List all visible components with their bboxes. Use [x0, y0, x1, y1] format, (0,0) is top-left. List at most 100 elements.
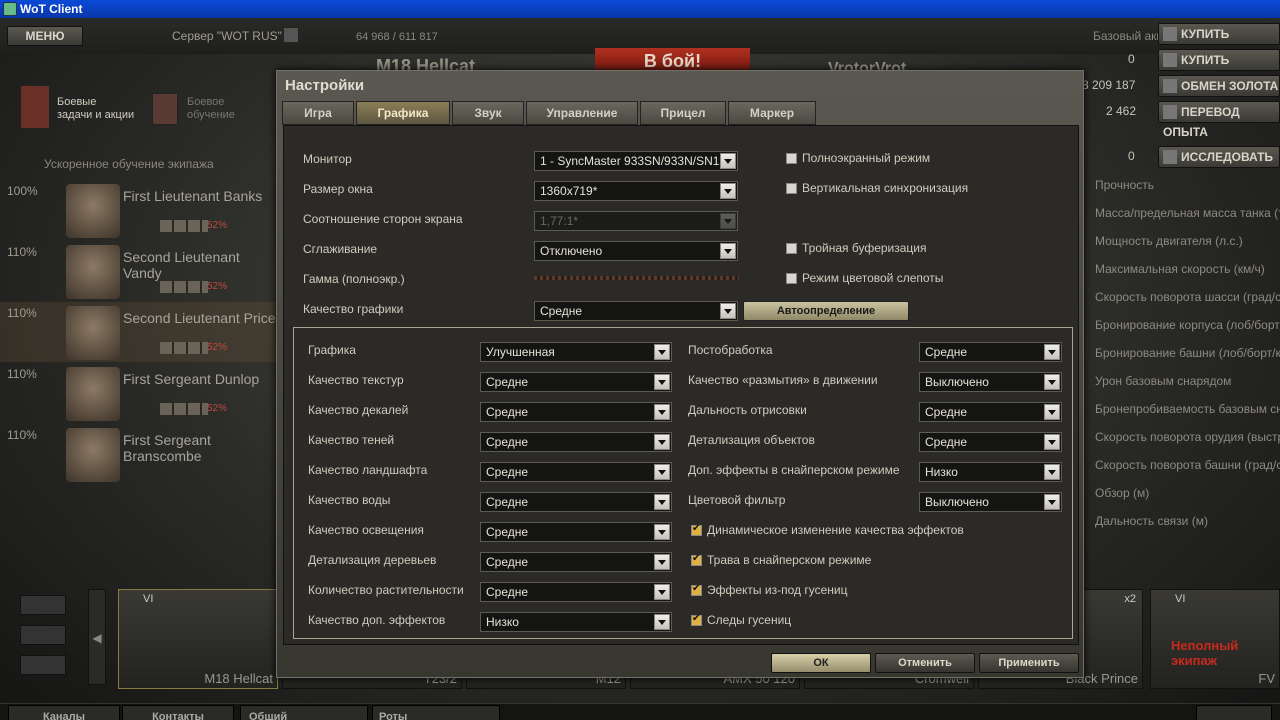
chevron-down-icon [654, 614, 670, 630]
lighting-quality-label: Качество освещения [308, 523, 424, 537]
channels-button[interactable]: Каналы [8, 705, 120, 720]
research-star-icon [1163, 150, 1177, 164]
tree-detail-select[interactable]: Средне [480, 552, 672, 572]
postprocessing-label: Постобработка [688, 343, 773, 357]
tab-game[interactable]: Игра [282, 101, 354, 125]
monitor-select[interactable]: 1 - SyncMaster 933SN/933N/SN1 [534, 151, 738, 171]
chevron-down-icon [720, 303, 736, 319]
tab-common-chat[interactable]: Общий [240, 705, 368, 720]
chevron-down-icon [720, 183, 736, 199]
settings-dialog: Настройки Игра Графика Звук Управление П… [276, 70, 1084, 678]
window-size-label: Размер окна [303, 182, 373, 196]
tab-controls[interactable]: Управление [526, 101, 638, 125]
color-filter-select[interactable]: Выключено [919, 492, 1062, 512]
tab-companies[interactable]: Роты [372, 705, 500, 720]
vsync-checkbox[interactable] [786, 183, 797, 194]
vegetation-label: Количество растительности [308, 583, 464, 597]
texture-quality-select[interactable]: Средне [480, 372, 672, 392]
vehicle-tier: VI [143, 593, 154, 605]
training-icon[interactable] [152, 93, 178, 125]
vsync-label: Вертикальная синхронизация [802, 181, 969, 195]
filter-premium-icon[interactable] [20, 655, 66, 675]
vehicle-name: M18 Hellcat [204, 671, 273, 686]
premium-icon [1163, 27, 1177, 41]
stat-label: Скорость поворота орудия (выстр/мин) [1095, 430, 1280, 444]
crew-percent: 110% [7, 428, 37, 442]
fullscreen-label: Полноэкранный режим [802, 151, 931, 165]
stat-label: Бронирование башни (лоб/борт/корма) [1095, 346, 1280, 360]
track-effects-checkbox[interactable] [691, 583, 702, 596]
tab-graphics[interactable]: Графика [356, 101, 450, 125]
crew-portrait [66, 184, 120, 238]
research-button[interactable]: ИССЛЕДОВАТЬ [1158, 146, 1280, 168]
dynamic-effects-checkbox[interactable] [691, 523, 702, 536]
graphics-select[interactable]: Улучшенная [480, 342, 672, 362]
motion-blur-select[interactable]: Выключено [919, 372, 1062, 392]
decal-quality-label: Качество декалей [308, 403, 409, 417]
fullscreen-checkbox[interactable] [786, 153, 797, 164]
menu-button[interactable]: МЕНЮ [7, 26, 83, 46]
autodetect-button[interactable]: Автоопределение [743, 301, 909, 321]
filter-nation-icon[interactable] [20, 595, 66, 615]
training-label[interactable]: Боевое обучение [187, 96, 235, 122]
vehicle-card[interactable]: VI Неполный экипаж FV [1150, 589, 1280, 689]
stat-label: Бронепробиваемость базовым снарядом [1095, 402, 1280, 416]
crew-member[interactable]: 110% Second Lieutenant Price 52% [0, 302, 280, 362]
accelerated-training-label[interactable]: Ускоренное обучение экипажа [44, 157, 214, 171]
water-quality-select[interactable]: Средне [480, 492, 672, 512]
buy-gold-button[interactable]: КУПИТЬ ЗОЛОТО [1158, 49, 1280, 87]
tab-sight[interactable]: Прицел [640, 101, 726, 125]
contacts-button[interactable]: Контакты [122, 705, 234, 720]
aspect-ratio-select[interactable]: 1,77:1* [534, 211, 738, 231]
crew-portrait [66, 306, 120, 360]
gamma-slider[interactable] [534, 276, 739, 280]
stat-label: Урон базовым снарядом [1095, 374, 1232, 388]
window-size-select[interactable]: 1360x719* [534, 181, 738, 201]
object-detail-select[interactable]: Средне [919, 432, 1062, 452]
chevron-down-icon [654, 344, 670, 360]
crew-portrait [66, 367, 120, 421]
carousel-left-arrow[interactable]: ◀ [88, 589, 106, 685]
crew-member[interactable]: 110% Second Lieutenant Vandy 52% [0, 241, 280, 301]
apply-button[interactable]: Применить [979, 653, 1079, 673]
tab-marker[interactable]: Маркер [728, 101, 816, 125]
decal-quality-select[interactable]: Средне [480, 402, 672, 422]
online-count: 64 968 / 611 817 [356, 31, 438, 43]
shadow-quality-select[interactable]: Средне [480, 432, 672, 452]
gold-icon [1163, 53, 1177, 67]
antialiasing-label: Сглаживание [303, 242, 378, 256]
battle-tasks-label[interactable]: Боевые задачи и акции [57, 96, 134, 122]
tab-sound[interactable]: Звук [452, 101, 524, 125]
app-logo-icon [3, 2, 17, 16]
triple-buffering-checkbox[interactable] [786, 243, 797, 254]
ok-button[interactable]: ОК [771, 653, 871, 673]
cancel-button[interactable]: Отменить [875, 653, 975, 673]
colorblind-checkbox[interactable] [786, 273, 797, 284]
stat-label: Обзор (м) [1095, 486, 1150, 500]
sniper-grass-checkbox[interactable] [691, 553, 702, 566]
extra-effects-select[interactable]: Низко [480, 612, 672, 632]
crew-member[interactable]: 100% First Lieutenant Banks 52% [0, 180, 280, 240]
crew-member[interactable]: 110% First Sergeant Branscombe [0, 424, 280, 484]
filter-type-icon[interactable] [20, 625, 66, 645]
crew-member[interactable]: 110% First Sergeant Dunlop 52% [0, 363, 280, 423]
notifications-icon[interactable] [1196, 705, 1272, 720]
battle-tasks-icon[interactable] [20, 85, 50, 129]
terrain-quality-select[interactable]: Средне [480, 462, 672, 482]
track-marks-checkbox[interactable] [691, 613, 702, 626]
convert-exp-button[interactable]: ПЕРЕВОД ОПЫТА [1158, 101, 1280, 139]
chevron-down-icon [1044, 344, 1060, 360]
antialiasing-select[interactable]: Отключено [534, 241, 738, 261]
sniper-effects-select[interactable]: Низко [919, 462, 1062, 482]
vegetation-select[interactable]: Средне [480, 582, 672, 602]
lighting-quality-select[interactable]: Средне [480, 522, 672, 542]
vehicle-card[interactable]: VI M18 Hellcat [118, 589, 278, 689]
server-dropdown-icon[interactable] [283, 27, 299, 43]
draw-distance-select[interactable]: Средне [919, 402, 1062, 422]
postprocessing-select[interactable]: Средне [919, 342, 1062, 362]
buy-premium-button[interactable]: КУПИТЬ ПРЕМИУМ [1158, 23, 1280, 61]
exchange-gold-button[interactable]: ОБМЕН ЗОЛОТА [1158, 75, 1280, 97]
chevron-down-icon [654, 464, 670, 480]
crew-name: Second Lieutenant Vandy [123, 249, 240, 281]
graphics-quality-select[interactable]: Средне [534, 301, 738, 321]
